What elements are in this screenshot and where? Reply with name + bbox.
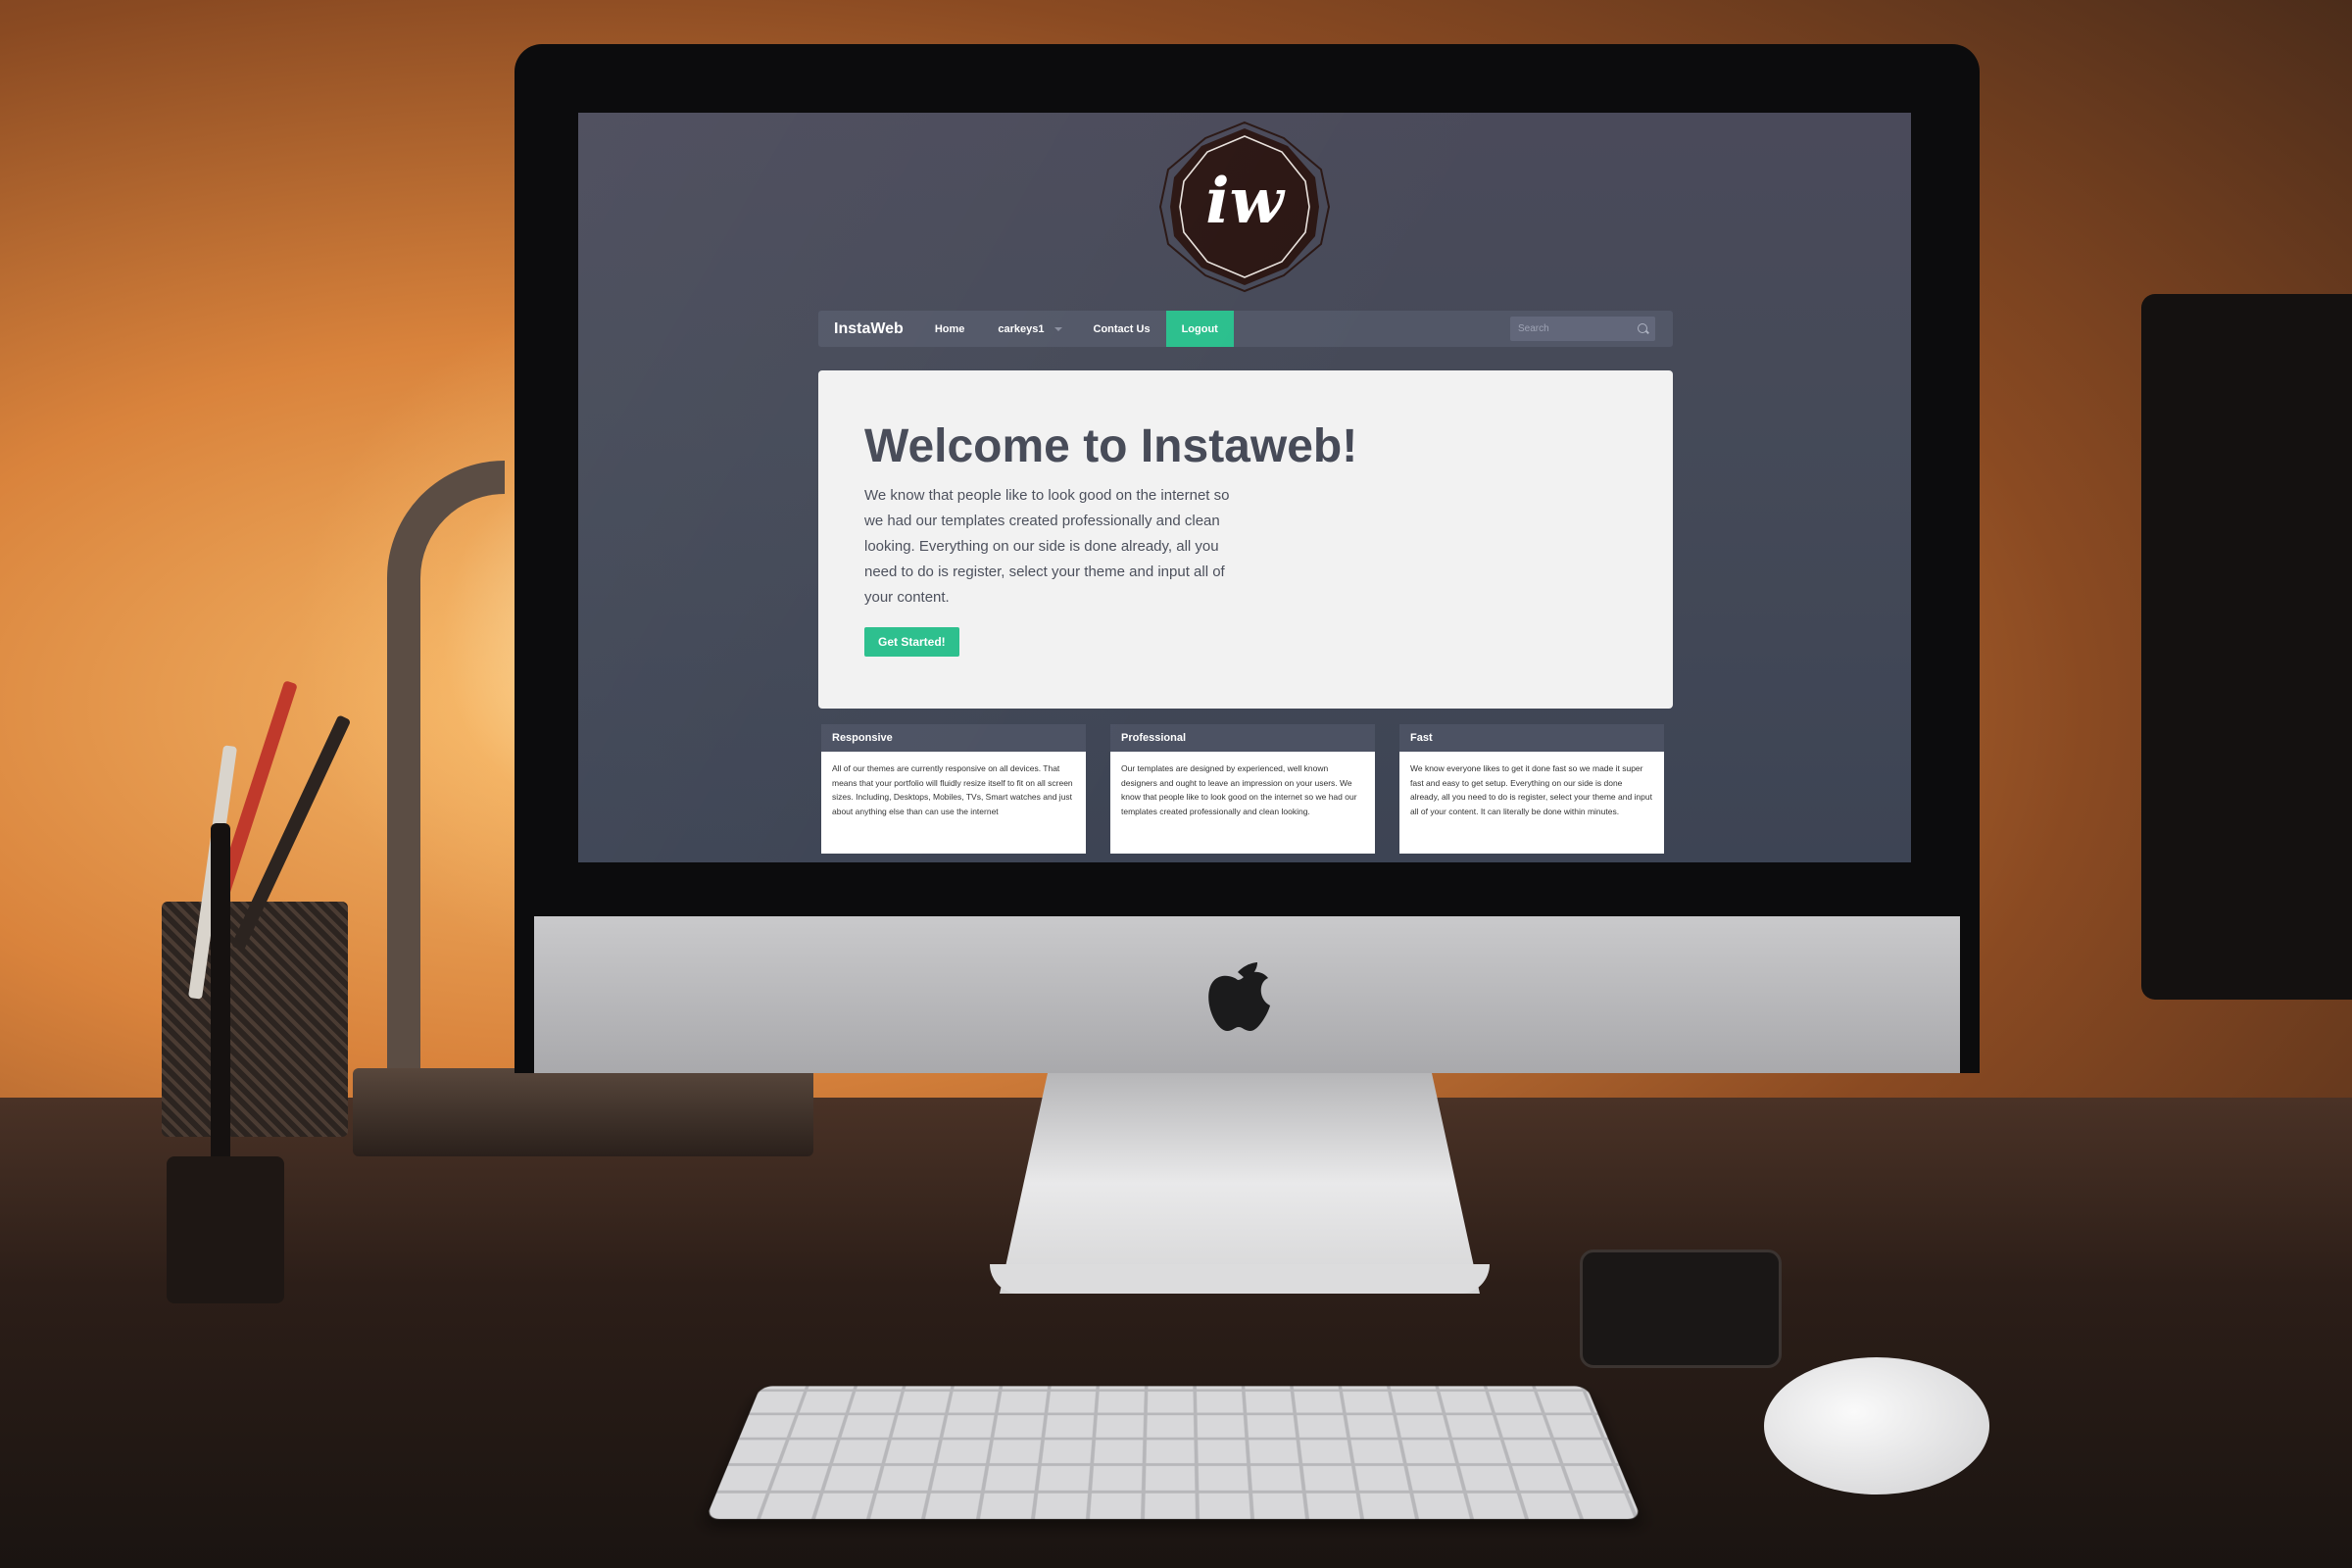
nav-home[interactable]: Home — [919, 311, 981, 347]
feature-title: Professional — [1110, 724, 1375, 752]
feature-card-responsive: Responsive All of our themes are current… — [821, 724, 1086, 854]
instaweb-logo-icon[interactable]: iw — [1156, 119, 1333, 295]
chevron-down-icon — [1054, 326, 1062, 331]
navbar: InstaWeb Home carkeys1 Contact Us Logout — [818, 311, 1673, 347]
svg-text:iw: iw — [1205, 165, 1285, 238]
feature-card-fast: Fast We know everyone likes to get it do… — [1399, 724, 1664, 854]
hero-jumbotron: Welcome to Instaweb! We know that people… — [818, 370, 1673, 709]
hero-title: Welcome to Instaweb! — [864, 420, 1358, 472]
secondary-monitor — [2141, 294, 2352, 1000]
feature-text: We know everyone likes to get it done fa… — [1410, 763, 1652, 816]
hero-text: We know that people like to look good on… — [864, 487, 1230, 606]
pen-holder — [167, 1156, 284, 1303]
imac-screen: iw InstaWeb Home carkeys1 Contact Us Log… — [578, 113, 1911, 862]
smartphone — [1580, 1250, 1782, 1368]
feature-text: Our templates are designed by experience… — [1121, 763, 1357, 816]
feature-card-professional: Professional Our templates are designed … — [1110, 724, 1375, 854]
keyboard — [706, 1386, 1642, 1519]
pen — [211, 823, 230, 1176]
logout-button[interactable]: Logout — [1165, 311, 1234, 347]
desk-lamp-base — [353, 1068, 813, 1156]
apple-logo-icon — [1208, 962, 1270, 1031]
get-started-button[interactable]: Get Started! — [864, 627, 959, 657]
imac-stand — [1000, 1073, 1480, 1294]
feature-title: Fast — [1399, 724, 1664, 752]
nav-user-dropdown[interactable]: carkeys1 — [980, 311, 1077, 347]
brand-link[interactable]: InstaWeb — [834, 320, 904, 338]
feature-text: All of our themes are currently responsi… — [832, 763, 1073, 816]
search-input[interactable] — [1510, 317, 1655, 341]
feature-title: Responsive — [821, 724, 1086, 752]
nav-contact-us[interactable]: Contact Us — [1078, 311, 1166, 347]
pencil-cup — [162, 902, 348, 1137]
desk-lamp-arm — [387, 461, 505, 1088]
search-icon[interactable] — [1638, 323, 1647, 333]
mouse — [1764, 1357, 1989, 1494]
nav-username: carkeys1 — [998, 322, 1045, 335]
imac-stand-foot — [990, 1264, 1490, 1294]
